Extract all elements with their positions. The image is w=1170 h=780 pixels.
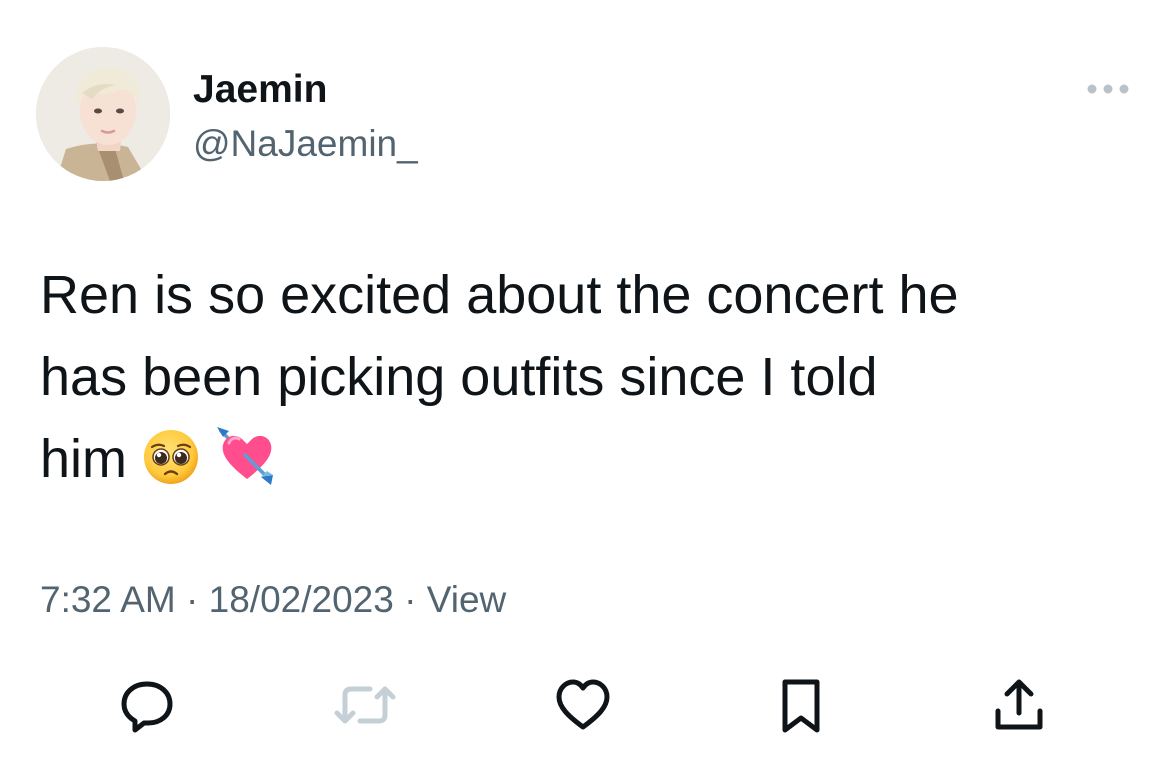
like-button[interactable] <box>548 670 618 740</box>
tweet-time[interactable]: 7:32 AM <box>40 579 176 620</box>
bookmark-icon <box>782 679 820 733</box>
tweet-text-line: him <box>40 429 128 489</box>
heart-outline-icon <box>556 679 610 730</box>
tweet-text-line: has been picking outfits since I told <box>40 347 878 407</box>
user-avatar-photo-icon <box>36 47 170 181</box>
author-display-name[interactable]: Jaemin <box>193 68 327 112</box>
reply-bubble-icon <box>121 681 173 733</box>
tweet-text: Ren is so excited about the concert he h… <box>40 254 1140 500</box>
tweet-actions-bar <box>0 670 1170 740</box>
tweet-text-line: Ren is so excited about the concert he <box>40 265 959 325</box>
reply-button[interactable] <box>112 670 182 740</box>
tweet-meta: 7:32 AM · 18/02/2023 · View <box>40 576 506 624</box>
more-dots-icon <box>1087 84 1129 94</box>
heart-with-arrow-icon <box>215 423 279 487</box>
tweet-card: Jaemin @NaJaemin_ Ren is so excited abou… <box>0 0 1170 780</box>
avatar[interactable] <box>36 47 170 181</box>
bookmark-button[interactable] <box>766 670 836 740</box>
pleading-face-icon <box>141 427 201 487</box>
meta-separator: · <box>404 579 417 620</box>
meta-separator: · <box>186 579 199 620</box>
view-link[interactable]: View <box>427 579 507 620</box>
more-options-button[interactable] <box>1082 74 1134 104</box>
author-handle[interactable]: @NaJaemin_ <box>193 122 418 166</box>
retweet-button[interactable] <box>330 670 400 740</box>
share-upload-icon <box>995 679 1043 730</box>
retweet-icon <box>334 686 396 724</box>
tweet-date[interactable]: 18/02/2023 <box>209 579 394 620</box>
share-button[interactable] <box>984 670 1054 740</box>
